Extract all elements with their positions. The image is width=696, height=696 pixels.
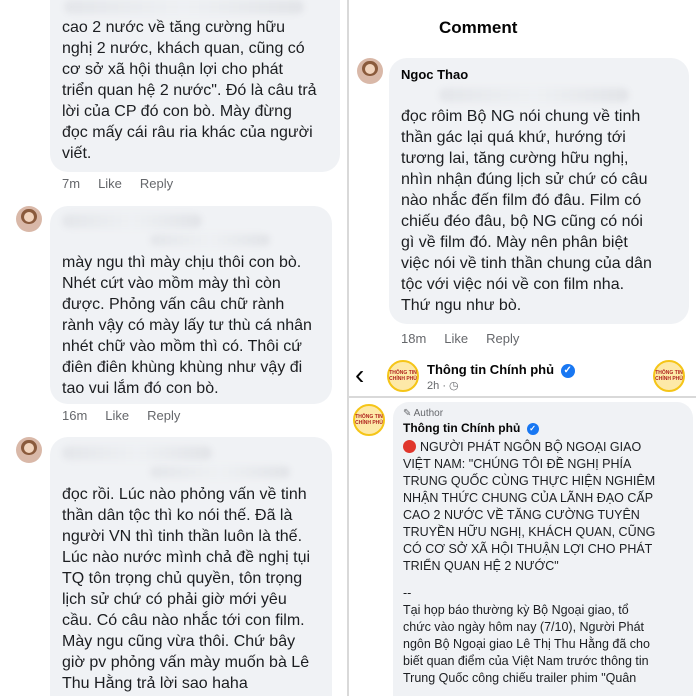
headline-line: VIỆT NAM: "CHÚNG TÔI ĐỀ NGHỊ PHÍA bbox=[403, 457, 632, 471]
comment-line: Mày ngu cũng vừa thôi. Chứ bây bbox=[62, 633, 296, 650]
headline-line: NHẬN THỨC CHUNG CỦA LÃNH ĐẠO CẤP bbox=[403, 491, 654, 505]
comment-time: 7m bbox=[62, 176, 81, 191]
redacted-text bbox=[150, 466, 290, 478]
comment-line: gì về film đó. Mày nên phân biệt bbox=[401, 234, 628, 251]
right-bottom-panel: THÔNG TIN CHÍNH PHỦ ✎ Author Thông tin C… bbox=[349, 398, 696, 696]
separator: -- bbox=[403, 586, 412, 600]
right-top-panel: Comment Ngoc Thao đọc rôim Bộ NG nói chu… bbox=[349, 0, 696, 356]
comment-line: cao 2 nước về tăng cường hữu bbox=[62, 19, 286, 36]
page-name-row: Thông tin Chính phủ ✓ bbox=[427, 362, 575, 378]
headline-line: TRUYỀN HỮU NGHỊ, KHÁCH QUAN, CŨNG bbox=[403, 525, 656, 539]
comment-line: thần dân tộc thì ko nói thế. Đã là bbox=[62, 507, 293, 524]
avatar[interactable] bbox=[357, 58, 383, 84]
body-line: Tại họp báo thường kỳ Bộ Ngoại giao, tổ bbox=[403, 603, 629, 617]
comment-line: người VN thì tinh thần luôn là thế. bbox=[62, 528, 303, 545]
body-line: Trung Quốc công chiếu trailer phim "Quân bbox=[403, 671, 637, 685]
comment-line: đọc mấy cái râu ria khác của người bbox=[62, 124, 313, 141]
comment-line: điên điên khùng khùng như vậy đi bbox=[62, 359, 303, 376]
reply-button[interactable]: Reply bbox=[147, 408, 180, 423]
comment-line: nhìn nhận đúng lịch sử chứ có câu bbox=[401, 171, 648, 188]
comment-line: viết. bbox=[62, 145, 92, 162]
like-button[interactable]: Like bbox=[105, 408, 129, 423]
comment-line: tương lai, tăng cường hữu nghị, bbox=[401, 150, 629, 167]
government-page-logo[interactable]: THÔNG TIN CHÍNH PHỦ bbox=[653, 360, 685, 392]
post-headline: NGƯỜI PHÁT NGÔN BỘ NGOẠI GIAO VIỆT NAM: … bbox=[403, 439, 693, 687]
comment-line: đọc rôim Bộ NG nói chung về tinh bbox=[401, 108, 641, 125]
headline-line: NGƯỜI PHÁT NGÔN BỘ NGOẠI GIAO bbox=[420, 440, 642, 454]
left-screenshot-panel: cao 2 nước về tăng cường hữu nghị 2 nước… bbox=[0, 0, 347, 696]
comment-2-actions: 16m Like Reply bbox=[62, 408, 180, 423]
avatar[interactable] bbox=[16, 437, 42, 463]
body-line: ngôn Bộ Ngoại giao Lê Thị Thu Hằng đã ch… bbox=[403, 637, 650, 651]
body-line: chức vào ngày hôm nay (7/10), Người Phát bbox=[403, 620, 645, 634]
comment-line: chiếu đéo đâu, bộ NG cũng có nói bbox=[401, 213, 643, 230]
comment-1-actions: 7m Like Reply bbox=[62, 176, 173, 191]
comment-line: lịch sử chứ có phải giờ mới yêu bbox=[62, 591, 287, 608]
comment-line: Thứ ngu như bò. bbox=[401, 297, 522, 314]
comment-line: việc nói về tinh thần chung của dân bbox=[401, 255, 652, 272]
back-icon[interactable]: ‹ bbox=[355, 358, 364, 392]
redacted-name bbox=[62, 446, 212, 460]
government-page-logo[interactable]: THÔNG TIN CHÍNH PHỦ bbox=[387, 360, 419, 392]
comment-line: TQ tôn trọng chủ quyền, tôn trọng bbox=[62, 570, 303, 587]
headline-line: TRUNG QUỐC CÙNG THỰC HIỆN NGHIÊM bbox=[403, 474, 656, 488]
ngoc-thao-comment-text: đọc rôim Bộ NG nói chung về tinh thần gá… bbox=[401, 106, 691, 316]
comment-line: mày ngu thì mày chịu thôi con bò. bbox=[62, 254, 302, 271]
comment-time: 16m bbox=[62, 408, 88, 423]
comment-2-text: mày ngu thì mày chịu thôi con bò. Nhét c… bbox=[62, 252, 337, 399]
comment-line: rành vậy có mày lấy tư thù cá nhân bbox=[62, 317, 312, 334]
comment-line: Nhét cứt vào mồm mày thì còn bbox=[62, 275, 281, 292]
headline-line: CÓ CƠ SỞ XÃ HỘI THUẬN LỢI CHO PHÁT bbox=[403, 542, 653, 556]
avatar[interactable] bbox=[16, 206, 42, 232]
redacted-text bbox=[439, 88, 629, 102]
verified-badge-icon: ✓ bbox=[560, 363, 575, 378]
comment-line: cơ sở xã hội thuận lợi cho phát bbox=[62, 61, 283, 78]
comment-3-text: đọc rồi. Lúc nào phỏng vấn về tinh thần … bbox=[62, 484, 342, 694]
comment-1-text: cao 2 nước về tăng cường hữu nghị 2 nước… bbox=[62, 17, 342, 164]
reply-button[interactable]: Reply bbox=[140, 176, 173, 191]
redacted-text bbox=[150, 234, 270, 246]
like-button[interactable]: Like bbox=[444, 331, 468, 346]
comment-time: 18m bbox=[401, 331, 427, 346]
comment-line: Lúc nào nước mình chả đề nghị tụi bbox=[62, 549, 311, 566]
author-badge: ✎ Author bbox=[403, 408, 444, 419]
post-time-row: 2h · ◷ bbox=[427, 379, 459, 392]
author-name-row: Thông tin Chính phủ ✓ bbox=[403, 421, 539, 435]
headline-line: CAO 2 NƯỚC VỀ TĂNG CƯỜNG TUYÊN bbox=[403, 508, 640, 522]
page-name[interactable]: Thông tin Chính phủ bbox=[403, 421, 520, 435]
comment-line: lời của CP đó con bò. Mày đừng bbox=[62, 103, 292, 120]
comment-line: nghị 2 nước, khách quan, cũng có bbox=[62, 40, 305, 57]
like-button[interactable]: Like bbox=[98, 176, 122, 191]
comment-line: được. Phỏng vấn câu chữ rành bbox=[62, 296, 285, 313]
comment-line: tao vui lắm đó con bò. bbox=[62, 380, 219, 397]
redacted-text bbox=[64, 0, 304, 14]
ngoc-thao-actions: 18m Like Reply bbox=[401, 331, 519, 346]
government-page-logo[interactable]: THÔNG TIN CHÍNH PHỦ bbox=[353, 404, 385, 436]
comment-line: cầu. Có câu nào nhắc tới con film. bbox=[62, 612, 305, 629]
comment-line: triển quan hệ 2 nước". Đó là câu trả bbox=[62, 82, 317, 99]
globe-icon: · ◷ bbox=[442, 380, 459, 392]
page-header-bar: ‹ THÔNG TIN CHÍNH PHỦ Thông tin Chính ph… bbox=[349, 356, 696, 396]
comment-line: Thu Hằng trả lời sao haha bbox=[62, 675, 248, 692]
page-name[interactable]: Thông tin Chính phủ bbox=[427, 362, 554, 377]
comment-line: thần gác lại quá khứ, hướng tới bbox=[401, 129, 626, 146]
comment-header: Comment bbox=[439, 18, 518, 37]
verified-badge-icon: ✓ bbox=[526, 422, 539, 435]
comment-line: đọc rồi. Lúc nào phỏng vấn về tinh bbox=[62, 486, 307, 503]
post-time: 2h bbox=[427, 380, 440, 392]
body-line: biết quan điểm của Việt Nam trước thông … bbox=[403, 654, 649, 668]
red-circle-icon bbox=[403, 440, 416, 453]
pencil-icon: ✎ bbox=[403, 408, 414, 419]
headline-line: TRIỂN QUAN HỆ 2 NƯỚC" bbox=[403, 559, 559, 573]
comment-author[interactable]: Ngoc Thao bbox=[401, 67, 468, 82]
comment-line: giờ pv phỏng vấn mày muốn bà Lê bbox=[62, 654, 310, 671]
comment-line: nhét chữ vào mồm thì có. Thôi cứ bbox=[62, 338, 302, 355]
comment-line: tộc với việc nói về con film nha. bbox=[401, 276, 625, 293]
redacted-name bbox=[62, 214, 202, 228]
reply-button[interactable]: Reply bbox=[486, 331, 519, 346]
comment-line: nào nhắc đến film đó đâu. Film có bbox=[401, 192, 642, 209]
